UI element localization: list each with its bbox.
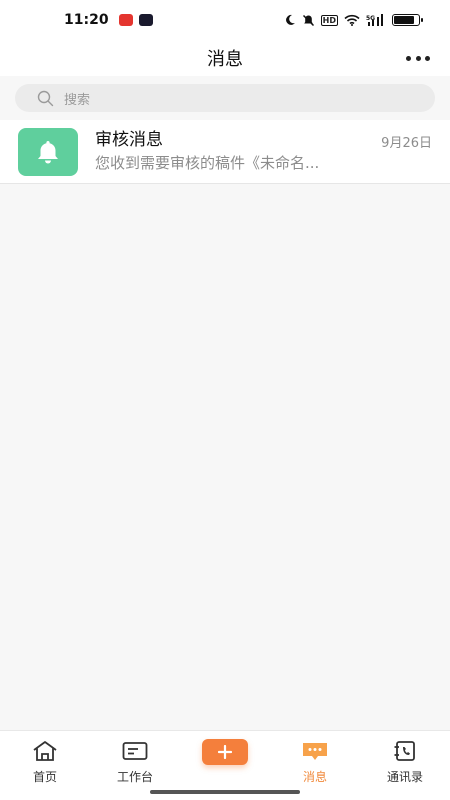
status-time: 11:20 [64, 12, 109, 28]
search-icon [37, 90, 54, 106]
search-bar: 搜索 [0, 76, 450, 120]
tab-label: 消息 [302, 770, 327, 784]
message-item[interactable]: 审核消息 您收到需要审核的稿件《未命名... 9月26日 [0, 120, 450, 184]
bell-icon [38, 140, 58, 163]
add-button[interactable] [202, 739, 248, 765]
page-title: 消息 [207, 49, 243, 70]
tab-home[interactable]: 首页 [0, 731, 90, 800]
tiktok-notification-icon [138, 14, 153, 26]
message-list: 审核消息 您收到需要审核的稿件《未命名... 9月26日 [0, 120, 450, 184]
battery-icon [392, 14, 423, 26]
moon-icon [285, 14, 295, 25]
status-indicators: HD 5G [284, 14, 423, 27]
home-icon [31, 738, 59, 764]
tab-label: 通讯录 [386, 770, 423, 784]
app-header: 消息 [0, 40, 450, 76]
mute-bell-icon [302, 14, 314, 26]
workbench-icon [121, 738, 149, 764]
plus-icon [218, 745, 232, 759]
tab-label: 工作台 [116, 770, 153, 784]
signal-icon: 5G [366, 14, 383, 26]
wifi-icon [344, 14, 360, 26]
message-avatar [18, 127, 78, 176]
chat-icon [301, 738, 329, 764]
status-bar: 11:20 HD 5G [0, 0, 450, 40]
app-notification-icon [118, 14, 133, 26]
message-preview: 您收到需要审核的稿件《未命名... [95, 154, 320, 172]
more-dot-icon [406, 55, 411, 61]
more-dot-icon [425, 55, 430, 61]
search-input[interactable]: 搜索 [15, 84, 435, 112]
home-indicator[interactable] [150, 790, 300, 794]
more-dot-icon [415, 55, 421, 61]
tab-contacts[interactable]: 通讯录 [360, 731, 450, 800]
message-date: 9月26日 [381, 136, 432, 151]
more-options-button[interactable] [406, 48, 430, 68]
tab-label: 首页 [32, 770, 57, 784]
contacts-icon [391, 738, 419, 764]
hd-icon: HD [320, 14, 338, 26]
search-placeholder: 搜索 [64, 92, 91, 108]
